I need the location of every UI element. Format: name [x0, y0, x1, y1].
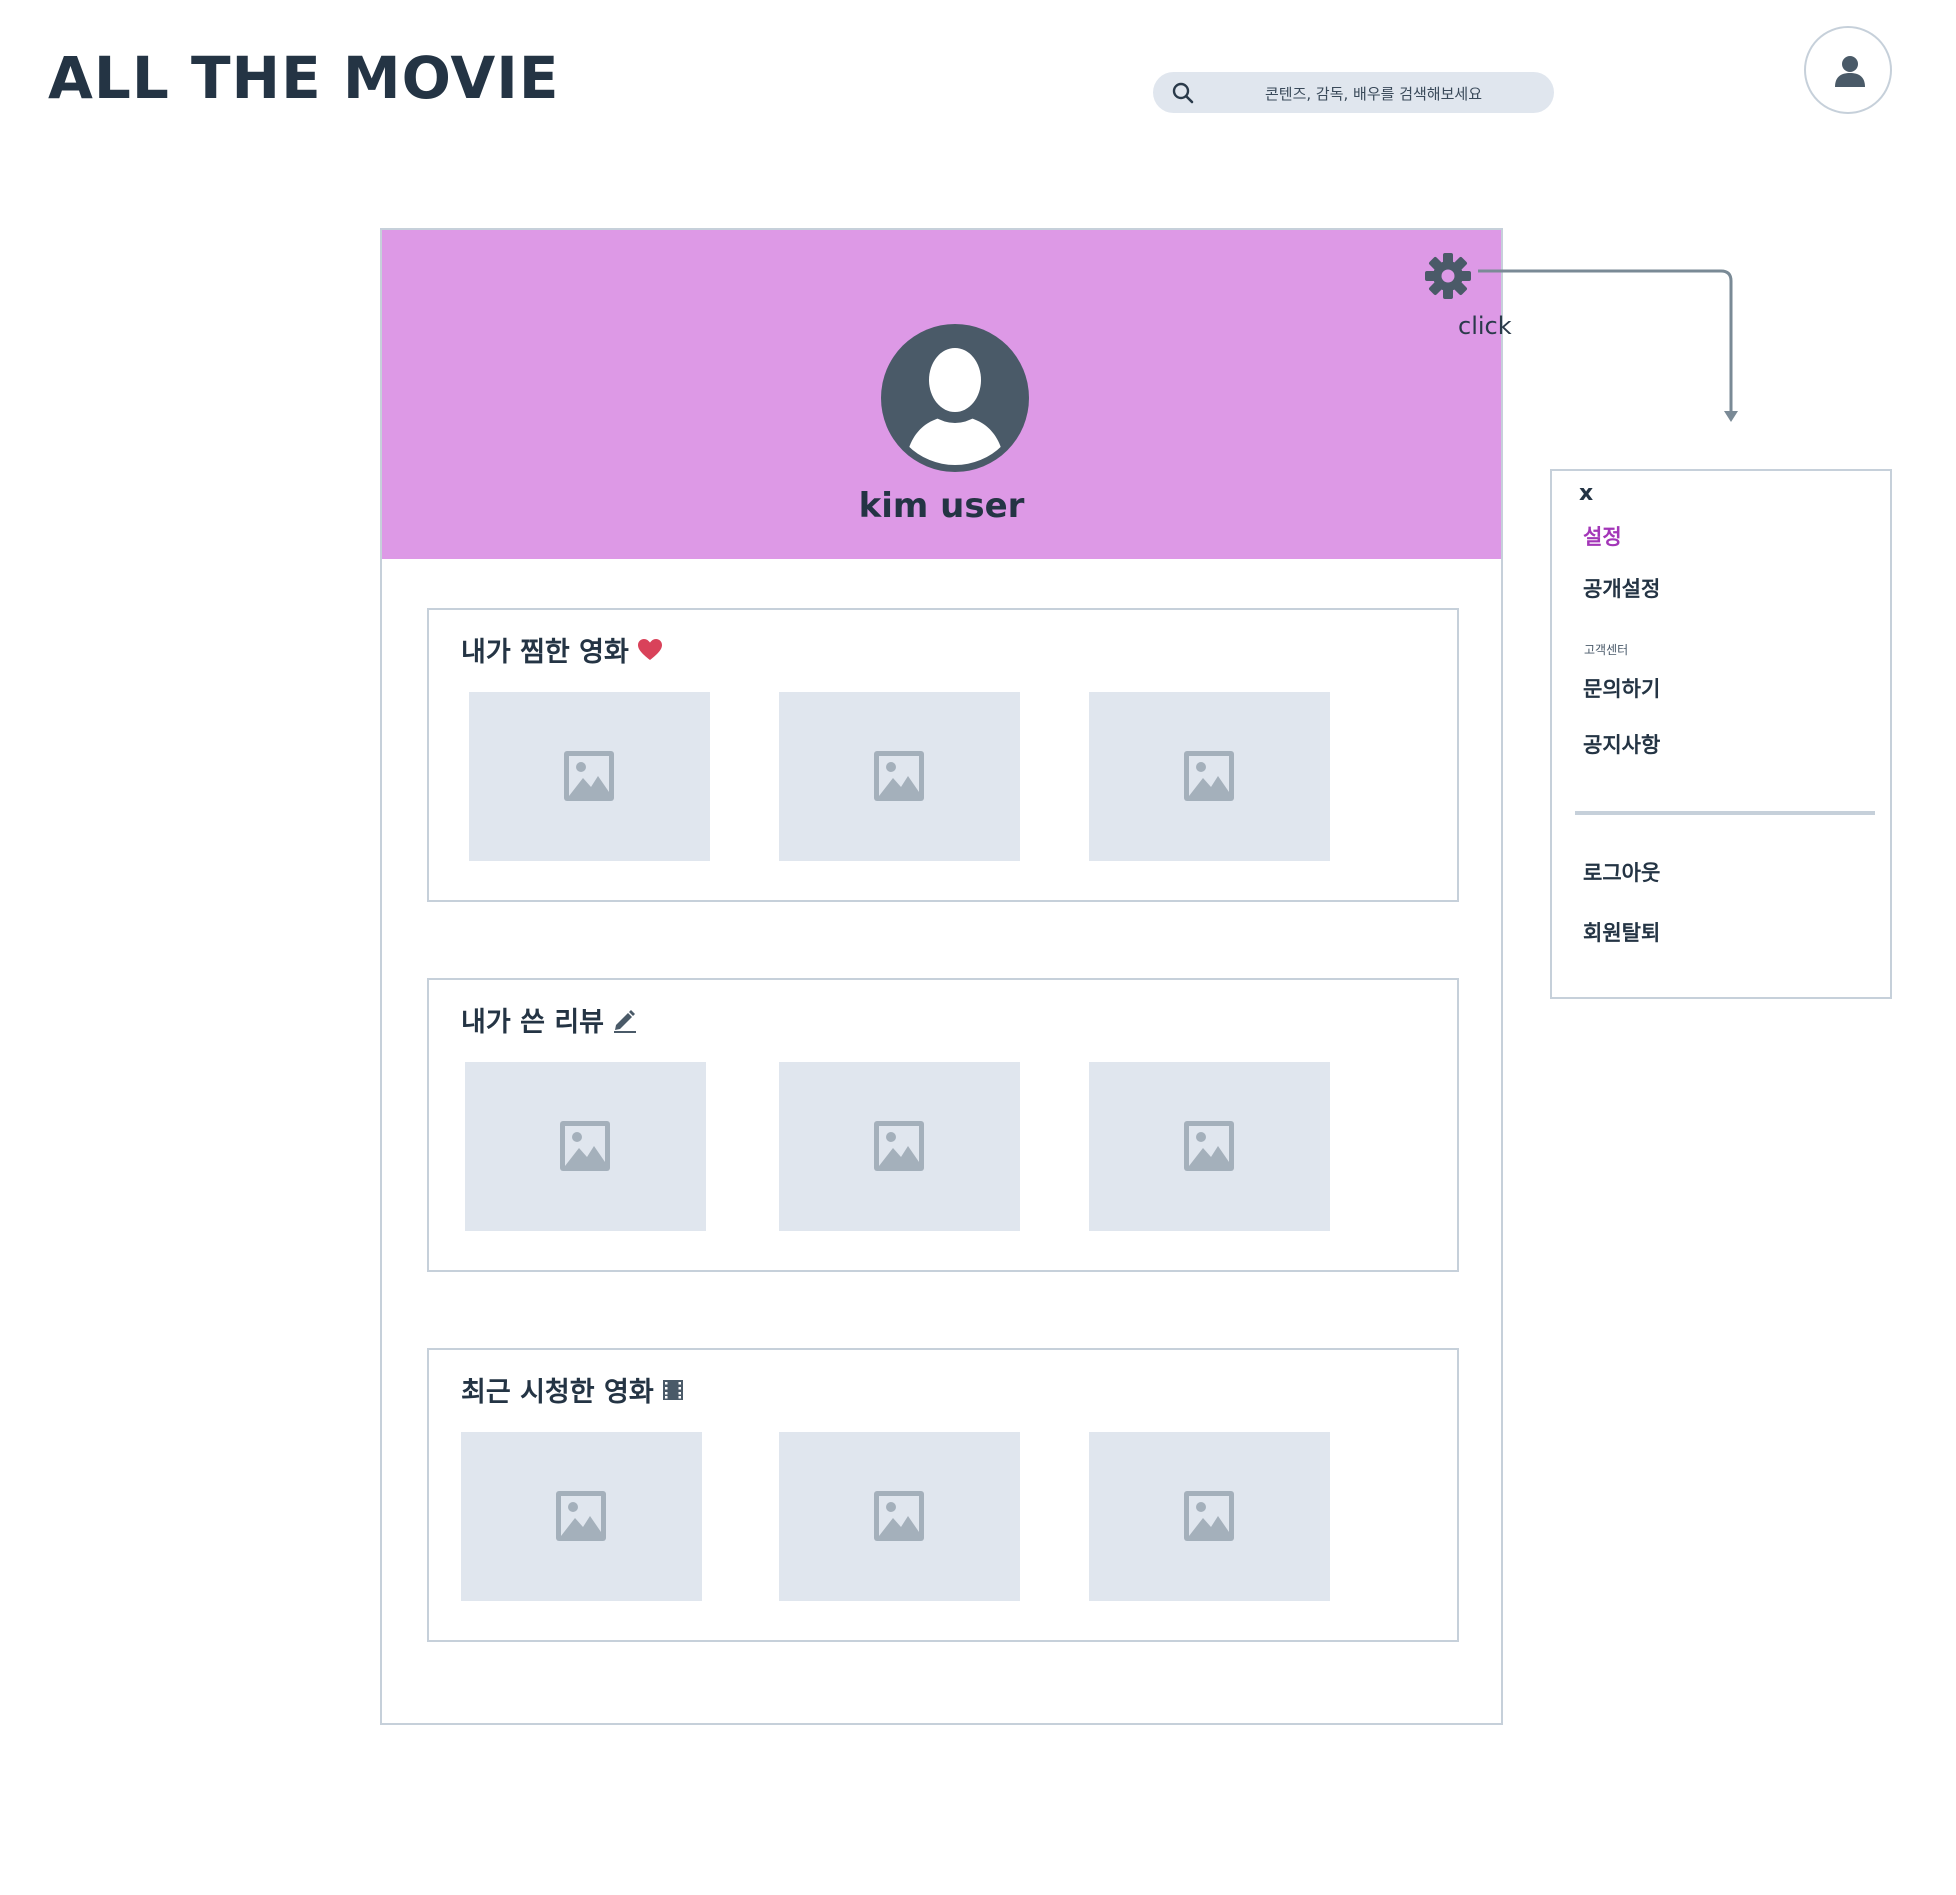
- movie-thumbnail[interactable]: [1089, 1062, 1330, 1231]
- menu-item-privacy[interactable]: 공개설정: [1583, 573, 1660, 603]
- menu-item-withdraw[interactable]: 회원탈퇴: [1583, 917, 1660, 947]
- section-liked-movies: 내가 찜한 영화: [427, 608, 1459, 902]
- movie-thumbnail[interactable]: [1089, 1432, 1330, 1601]
- image-placeholder-icon: [556, 1491, 606, 1541]
- search-bar[interactable]: 콘텐즈, 감독, 배우를 검색해보세요: [1153, 72, 1554, 113]
- movie-thumbnail[interactable]: [465, 1062, 706, 1231]
- section-title: 내가 쓴 리뷰: [461, 1000, 638, 1039]
- image-placeholder-icon: [874, 751, 924, 801]
- user-icon: [1835, 56, 1865, 87]
- pencil-icon: [614, 1009, 636, 1033]
- image-placeholder-icon: [874, 1121, 924, 1171]
- section-title: 최근 시청한 영화: [461, 1370, 684, 1409]
- image-placeholder-icon: [564, 751, 614, 801]
- menu-title-settings: 설정: [1583, 525, 1622, 549]
- film-icon: [662, 1379, 683, 1400]
- movie-thumbnail[interactable]: [779, 692, 1020, 861]
- movie-thumbnail[interactable]: [779, 1062, 1020, 1231]
- heart-icon: [637, 638, 662, 660]
- section-recently-watched: 최근 시청한 영화: [427, 1348, 1459, 1642]
- image-placeholder-icon: [1184, 1491, 1234, 1541]
- movie-thumbnail[interactable]: [469, 692, 710, 861]
- menu-item-logout[interactable]: 로그아웃: [1583, 857, 1660, 887]
- close-button[interactable]: x: [1579, 481, 1593, 506]
- section-title-text: 최근 시청한 영화: [461, 1377, 654, 1408]
- profile-avatar: [881, 324, 1029, 472]
- menu-item-notice[interactable]: 공지사항: [1583, 729, 1660, 759]
- menu-item-inquiry[interactable]: 문의하기: [1583, 673, 1660, 703]
- image-placeholder-icon: [1184, 751, 1234, 801]
- image-placeholder-icon: [1184, 1121, 1234, 1171]
- movie-thumbnail[interactable]: [779, 1432, 1020, 1601]
- menu-category-support: 고객센터: [1584, 643, 1629, 657]
- section-title-text: 내가 찜한 영화: [461, 637, 629, 668]
- profile-banner: kim user: [382, 230, 1501, 559]
- section-title-text: 내가 쓴 리뷰: [461, 1007, 604, 1038]
- image-placeholder-icon: [874, 1491, 924, 1541]
- settings-gear-icon[interactable]: [1425, 253, 1471, 299]
- menu-divider: [1575, 811, 1875, 815]
- section-title: 내가 찜한 영화: [461, 630, 663, 669]
- movie-thumbnail[interactable]: [1089, 692, 1330, 861]
- movie-thumbnail[interactable]: [461, 1432, 702, 1601]
- click-annotation-label: click: [1458, 312, 1512, 340]
- settings-menu: x 설정 공개설정 고객센터 문의하기 공지사항 로그아웃 회원탈퇴: [1550, 469, 1892, 999]
- user-avatar-button[interactable]: [1804, 26, 1892, 114]
- search-input[interactable]: 콘텐즈, 감독, 배우를 검색해보세요: [1153, 83, 1554, 104]
- profile-card: kim user 내가 찜한 영화 내가 쓴 리뷰 최근 시청한 영화: [380, 228, 1503, 1725]
- image-placeholder-icon: [560, 1121, 610, 1171]
- app-logo[interactable]: ALL THE MOVIE: [48, 44, 559, 112]
- profile-username: kim user: [858, 486, 1025, 526]
- section-my-reviews: 내가 쓴 리뷰: [427, 978, 1459, 1272]
